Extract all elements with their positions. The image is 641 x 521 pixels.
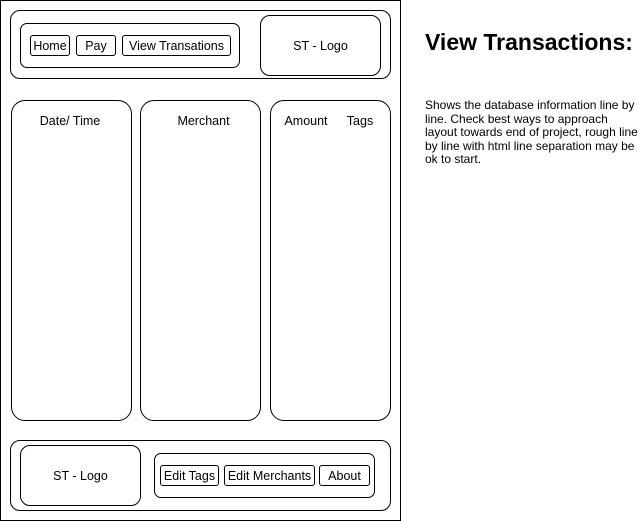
- tags-column-header: Tags: [346, 114, 374, 128]
- amount-column-header: Amount: [284, 114, 328, 128]
- amount-tags-column: [270, 100, 391, 421]
- pay-button[interactable]: Pay: [76, 35, 116, 56]
- edit-tags-button[interactable]: Edit Tags: [160, 465, 219, 486]
- annotation-description: Shows the database information line by l…: [425, 98, 638, 166]
- merchant-column-header: Merchant: [177, 114, 230, 128]
- about-button[interactable]: About: [319, 465, 370, 486]
- view-transactions-button[interactable]: View Transations: [122, 35, 231, 56]
- merchant-column: [140, 100, 261, 421]
- annotation-title: View Transactions:: [425, 29, 633, 55]
- home-button[interactable]: Home: [30, 35, 70, 56]
- datetime-column: [11, 100, 132, 421]
- footer-logo: ST - Logo: [20, 445, 141, 506]
- edit-merchants-button[interactable]: Edit Merchants: [224, 465, 315, 486]
- header-logo: ST - Logo: [260, 15, 381, 76]
- datetime-column-header: Date/ Time: [39, 114, 101, 128]
